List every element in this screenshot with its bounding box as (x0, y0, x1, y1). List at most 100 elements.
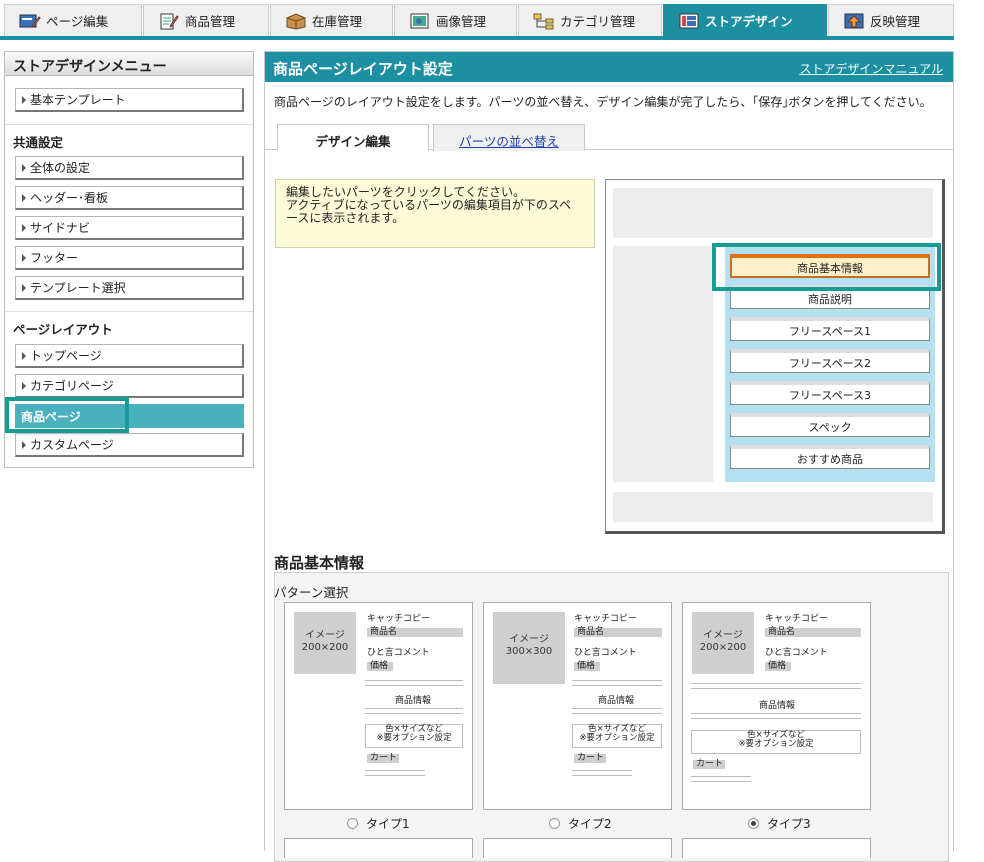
triangle-right-icon (22, 95, 26, 104)
sidebar-group-page-layout: ページレイアウト (13, 322, 113, 337)
page-description: 商品ページのレイアウト設定をします。パーツの並べ替え、デザイン編集が完了したら、… (274, 95, 932, 109)
image-size: 200×200 (699, 642, 747, 653)
preview-header-area (613, 188, 933, 238)
image-icon (410, 13, 429, 28)
tab-label: 在庫管理 (312, 14, 363, 29)
instruction-note: 編集したいパーツをクリックしてください。 アクティブになっているパーツの編集項目… (275, 179, 595, 248)
sidebar-item-label: 全体の設定 (30, 161, 91, 175)
radio-label: タイプ1 (366, 817, 410, 831)
sidebar-item-template-select[interactable]: テンプレート選択 (15, 276, 244, 300)
tab-page-edit[interactable]: ページ編集 (4, 4, 142, 36)
sidebar-item-header[interactable]: ヘッダー･看板 (15, 186, 244, 210)
option-box: 色×サイズなど ※要オプション設定 (572, 724, 662, 748)
name-label: 商品名 (574, 628, 662, 637)
tab-category[interactable]: カテゴリ管理 (518, 4, 662, 36)
note-line: ースに表示されます。 (286, 211, 405, 225)
pattern-card-type4[interactable] (284, 838, 473, 858)
pattern-card-type5[interactable] (483, 838, 672, 858)
pattern-card-type1[interactable]: イメージ 200×200 キャッチコピー 商品名 ひと言コメント 価格 商品情報 … (284, 602, 473, 810)
sidebar-item-label: カテゴリページ (30, 379, 114, 393)
manual-link[interactable]: ストアデザインマニュアル (799, 60, 943, 77)
layout-preview: 商品基本情報 商品説明 フリースペース1 フリースペース2 フリースペース3 ス… (605, 179, 945, 534)
highlight-box (5, 397, 129, 433)
tab-label: 商品管理 (185, 14, 236, 29)
tab-label: 画像管理 (436, 14, 487, 29)
triangle-right-icon (22, 283, 26, 292)
pattern-label: パターン選択 (274, 585, 349, 600)
triangle-right-icon (22, 440, 26, 449)
category-tree-icon (533, 13, 554, 29)
part-free-space-2[interactable]: フリースペース2 (730, 349, 930, 373)
section-title: 商品基本情報 (274, 554, 365, 572)
radio-circle-selected[interactable] (748, 818, 759, 829)
triangle-right-icon (22, 381, 26, 390)
radio-type2[interactable]: タイプ2 (549, 815, 612, 832)
pattern-card-type6[interactable] (682, 838, 871, 858)
sidebar-item-label: トップページ (30, 349, 102, 363)
top-nav-bar: ページ編集 商品管理 在庫管理 画像管理 カテゴリ管理 ストアデザイン 反映管理 (0, 0, 954, 40)
price-label: 価格 (574, 662, 600, 671)
divider (5, 124, 253, 125)
sidebar-item-top-page[interactable]: トップページ (15, 344, 244, 368)
tab-inventory[interactable]: 在庫管理 (270, 4, 393, 36)
image-label: イメージ (509, 634, 549, 645)
pattern-card-type2[interactable]: イメージ 300×300 キャッチコピー 商品名 ひと言コメント 価格 商品情報 … (483, 602, 672, 810)
sidebar-group-common: 共通設定 (13, 135, 64, 150)
tab-product[interactable]: 商品管理 (143, 4, 269, 36)
tab-publish[interactable]: 反映管理 (828, 4, 954, 36)
comment-label: ひと言コメント (367, 648, 430, 658)
tab-label: カテゴリ管理 (560, 14, 636, 29)
triangle-right-icon (22, 223, 26, 232)
sidebar-item-basic-template[interactable]: 基本テンプレート (15, 88, 244, 112)
radio-circle[interactable] (347, 818, 358, 829)
price-label: 価格 (367, 662, 393, 671)
tab-store-design[interactable]: ストアデザイン (663, 4, 827, 36)
part-spec[interactable]: スペック (730, 413, 930, 437)
tab-label: 反映管理 (870, 14, 921, 29)
sidebar-item-sidenav[interactable]: サイドナビ (15, 216, 244, 240)
comment-label: ひと言コメント (574, 648, 637, 658)
option-note: ※要オプション設定 (738, 739, 814, 749)
sidebar-item-label: テンプレート選択 (30, 281, 126, 295)
page-edit-icon (19, 14, 41, 28)
option-note: ※要オプション設定 (579, 733, 655, 743)
design-tabs: デザイン編集 パーツの並べ替え (265, 124, 953, 151)
sidebar-item-category-page[interactable]: カテゴリページ (15, 374, 244, 398)
image-placeholder: イメージ 200×200 (692, 612, 754, 674)
part-recommended[interactable]: おすすめ商品 (730, 445, 930, 469)
image-label: イメージ (703, 630, 743, 641)
store-design-icon (679, 13, 699, 28)
tab-image[interactable]: 画像管理 (394, 4, 517, 36)
radio-circle[interactable] (549, 818, 560, 829)
sidebar-item-overall[interactable]: 全体の設定 (15, 156, 244, 180)
catch-copy-label: キャッチコピー (765, 614, 829, 624)
part-free-space-1[interactable]: フリースペース1 (730, 317, 930, 341)
sidebar-item-footer[interactable]: フッター (15, 246, 244, 270)
image-label: イメージ (305, 630, 345, 641)
inventory-box-icon (286, 12, 306, 30)
radio-type3[interactable]: タイプ3 (748, 815, 811, 832)
catch-copy-label: キャッチコピー (574, 614, 638, 624)
radio-type1[interactable]: タイプ1 (347, 815, 410, 832)
radio-label: タイプ2 (568, 817, 612, 831)
price-label: 価格 (765, 662, 791, 671)
option-note: ※要オプション設定 (376, 733, 452, 743)
option-box: 色×サイズなど ※要オプション設定 (691, 730, 861, 754)
sidebar-item-custom-page[interactable]: カスタムページ (15, 433, 244, 457)
pattern-card-type3[interactable]: イメージ 200×200 キャッチコピー 商品名 ひと言コメント 価格 商品情報 … (682, 602, 871, 810)
info-label: 商品情報 (395, 696, 432, 706)
tab-label: ストアデザイン (705, 14, 793, 29)
image-placeholder: イメージ 300×300 (493, 612, 565, 684)
divider (5, 311, 253, 312)
triangle-right-icon (22, 193, 26, 202)
preview-footer-area (613, 492, 933, 522)
sidebar-item-label: ヘッダー･看板 (30, 191, 109, 205)
tab-design-edit[interactable]: デザイン編集 (277, 124, 429, 151)
tab-label: ページ編集 (46, 14, 109, 29)
name-label: 商品名 (765, 628, 861, 637)
cart-label: カート (367, 754, 399, 763)
tab-parts-reorder[interactable]: パーツの並べ替え (433, 124, 585, 151)
sidebar-item-label: カスタムページ (30, 438, 114, 452)
part-free-space-3[interactable]: フリースペース3 (730, 381, 930, 405)
info-label: 商品情報 (759, 701, 796, 711)
